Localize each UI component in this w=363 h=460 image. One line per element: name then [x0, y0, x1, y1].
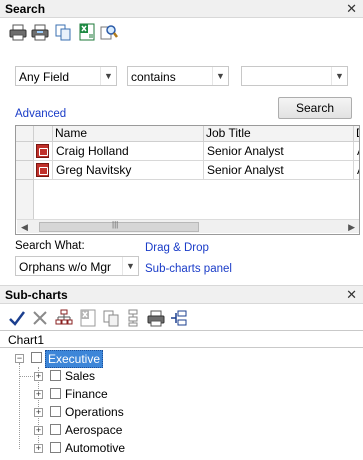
expand-icon[interactable]: +: [34, 408, 43, 417]
expand-icon[interactable]: +: [34, 390, 43, 399]
tree-item-root[interactable]: − Executive: [14, 350, 214, 368]
table-row-name[interactable]: Craig Holland: [53, 142, 204, 161]
collapse-icon[interactable]: −: [15, 354, 24, 363]
subcharts-panel-title: Sub-charts: [5, 288, 68, 302]
tree-checkbox[interactable]: [50, 424, 61, 435]
print-icon[interactable]: [147, 309, 165, 327]
field-select-value: Any Field: [19, 70, 70, 84]
tree-checkbox[interactable]: [50, 388, 61, 399]
column-header-d[interactable]: D: [354, 126, 359, 142]
hierarchy-icon[interactable]: [124, 309, 142, 327]
find-icon[interactable]: [100, 23, 118, 41]
table-row-d[interactable]: A: [354, 142, 359, 161]
row-header[interactable]: [16, 161, 34, 180]
search-button[interactable]: Search: [278, 97, 352, 119]
search-panel-header: Search ✕: [0, 0, 363, 18]
scrollbar-grip-icon: |||: [112, 220, 119, 229]
drag-drop-link[interactable]: Drag & Drop: [145, 242, 209, 254]
chevron-down-icon: ▼: [212, 67, 228, 85]
search-panel-title: Search: [5, 2, 46, 16]
print-preview-icon[interactable]: [31, 23, 49, 41]
export-excel-icon[interactable]: [79, 309, 97, 327]
tree-checkbox[interactable]: [31, 352, 42, 363]
tree-item-label[interactable]: Automotive: [65, 440, 125, 456]
grid-horizontal-scrollbar[interactable]: ◀ ||| ▶: [17, 219, 359, 233]
field-select[interactable]: Any Field ▼: [15, 66, 117, 86]
tree-item-finance[interactable]: + Finance: [33, 386, 213, 402]
tree-item-sales[interactable]: + Sales: [20, 368, 213, 384]
tree-item-label[interactable]: Sales: [65, 368, 95, 384]
tree-item-automotive[interactable]: + Automotive: [33, 440, 213, 456]
tree-checkbox[interactable]: [50, 406, 61, 417]
split-icon[interactable]: [170, 309, 188, 327]
tree-item-operations[interactable]: + Operations: [33, 404, 213, 420]
search-panel-close-icon[interactable]: ✕: [346, 1, 357, 17]
operator-select-value: contains: [131, 70, 176, 84]
scroll-right-arrow-icon[interactable]: ▶: [348, 220, 355, 234]
checkmark-icon[interactable]: [8, 309, 26, 327]
copy-icon[interactable]: [54, 23, 72, 41]
tree-item-label[interactable]: Executive: [45, 350, 104, 368]
expand-icon[interactable]: +: [34, 444, 43, 453]
column-header-job-title[interactable]: Job Title: [204, 126, 354, 142]
scroll-left-arrow-icon[interactable]: ◀: [21, 220, 28, 234]
chart-header-row: Chart1: [0, 330, 363, 348]
subcharts-panel-link[interactable]: Sub-charts panel: [145, 263, 232, 275]
chevron-down-icon: ▼: [331, 67, 347, 85]
person-card-icon: [36, 163, 49, 177]
grid-corner: [16, 126, 34, 142]
table-row-d[interactable]: A: [354, 161, 359, 180]
tree-item-label[interactable]: Aerospace: [65, 422, 122, 438]
search-what-select[interactable]: Orphans w/o Mgr ▼: [15, 256, 139, 276]
row-header-empty: [16, 180, 34, 220]
search-what-select-value: Orphans w/o Mgr: [19, 260, 112, 274]
chevron-down-icon: ▼: [122, 257, 138, 275]
column-header-name[interactable]: Name: [53, 126, 204, 142]
scrollbar-thumb[interactable]: |||: [39, 220, 199, 232]
expand-icon[interactable]: +: [34, 426, 43, 435]
advanced-link[interactable]: Advanced: [15, 108, 66, 120]
tree-item-label[interactable]: Finance: [65, 386, 108, 402]
tree-item-label[interactable]: Operations: [65, 404, 124, 420]
row-header[interactable]: [16, 142, 34, 161]
table-row-icon-cell: [34, 142, 53, 161]
expand-icon[interactable]: +: [34, 372, 43, 381]
copy-icon[interactable]: [102, 309, 120, 327]
tree-checkbox[interactable]: [50, 370, 61, 381]
subcharts-panel-close-icon[interactable]: ✕: [346, 287, 357, 303]
table-row-name[interactable]: Greg Navitsky: [53, 161, 204, 180]
chevron-down-icon: ▼: [100, 67, 116, 85]
tree-connector: [20, 376, 33, 377]
org-chart-icon[interactable]: [55, 309, 73, 327]
tree-checkbox[interactable]: [50, 442, 61, 453]
search-what-label: Search What:: [15, 240, 85, 252]
results-grid: Name Job Title D Craig Holland Senior An…: [15, 125, 360, 235]
table-row-job-title[interactable]: Senior Analyst: [204, 142, 354, 161]
table-row-job-title[interactable]: Senior Analyst: [204, 161, 354, 180]
subcharts-panel-header: Sub-charts ✕: [0, 285, 363, 304]
value-select[interactable]: ▼: [241, 66, 348, 86]
person-card-icon: [36, 144, 49, 158]
delete-icon[interactable]: [31, 309, 49, 327]
table-row-icon-cell: [34, 161, 53, 180]
tree-item-aerospace[interactable]: + Aerospace: [33, 422, 213, 438]
chart-header-label[interactable]: Chart1: [8, 333, 44, 347]
operator-select[interactable]: contains ▼: [127, 66, 229, 86]
print-icon[interactable]: [9, 23, 27, 41]
grid-icon-column-header: [34, 126, 53, 142]
export-excel-icon[interactable]: [78, 23, 96, 41]
